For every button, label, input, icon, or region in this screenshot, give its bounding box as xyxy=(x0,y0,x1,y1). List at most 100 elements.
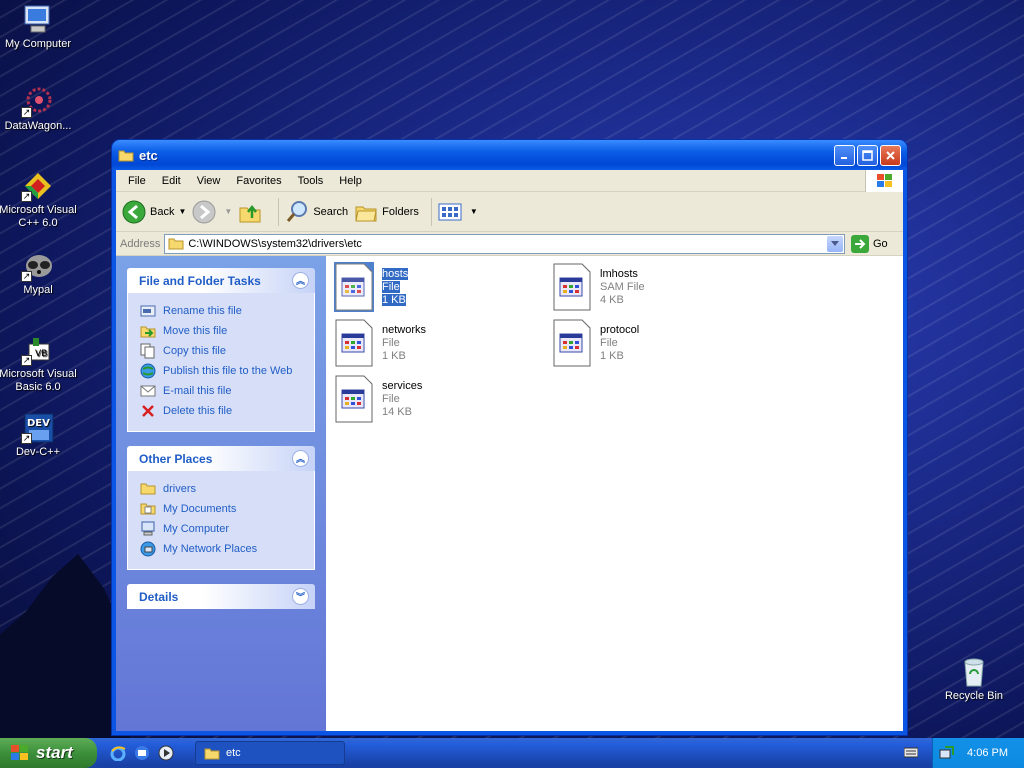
collapse-icon[interactable]: ︽ xyxy=(292,450,309,467)
file-name: networks xyxy=(382,324,427,336)
publish-file-link[interactable]: Publish this file to the Web xyxy=(140,361,304,381)
file-item-services[interactable]: services File 14 KB xyxy=(334,374,544,426)
delete-file-link[interactable]: Delete this file xyxy=(140,401,304,421)
ie-icon[interactable] xyxy=(109,744,127,762)
place-my-documents-link[interactable]: My Documents xyxy=(140,499,304,519)
publish-file-label: Publish this file to the Web xyxy=(163,365,293,377)
file-folder-tasks-header[interactable]: File and Folder Tasks ︽ xyxy=(127,268,315,293)
window-client-area: File Edit View Favorites Tools Help Back… xyxy=(116,170,903,731)
file-item-hosts[interactable]: hosts File 1 KB xyxy=(334,262,544,314)
address-dropdown-button[interactable] xyxy=(827,235,843,252)
my-documents-icon xyxy=(140,501,156,517)
folders-button[interactable]: Folders xyxy=(354,200,419,224)
window-title: etc xyxy=(139,147,158,163)
views-dropdown-icon[interactable]: ▼ xyxy=(470,207,478,216)
go-label: Go xyxy=(873,237,888,250)
close-button[interactable] xyxy=(880,144,901,166)
expand-icon[interactable]: ︾ xyxy=(292,588,309,605)
file-type: File xyxy=(382,281,400,293)
search-button[interactable]: Search xyxy=(285,200,348,224)
address-value: C:\WINDOWS\system32\drivers\etc xyxy=(188,237,362,250)
back-arrow-icon xyxy=(122,200,146,223)
back-button[interactable]: Back ▼ xyxy=(122,200,186,224)
desktop-icon-label: DataWagon... xyxy=(4,120,72,132)
search-label: Search xyxy=(313,205,349,218)
media-player-icon[interactable] xyxy=(157,744,175,762)
start-button[interactable]: start xyxy=(0,738,97,768)
desktop-icon-visual-basic[interactable]: VB ↗ Microsoft Visual Basic 6.0 xyxy=(0,334,80,394)
desktop-icon-label: Recycle Bin xyxy=(944,690,1004,702)
folders-icon xyxy=(355,206,377,221)
copy-file-link[interactable]: Copy this file xyxy=(140,341,304,361)
place-my-network-link[interactable]: My Network Places xyxy=(140,539,304,559)
back-dropdown-icon[interactable]: ▼ xyxy=(178,207,186,216)
minimize-button[interactable] xyxy=(834,144,855,166)
email-icon xyxy=(140,383,156,399)
desktop-icon-visual-cpp[interactable]: ↗ Microsoft Visual C++ 6.0 xyxy=(0,170,80,230)
menu-file[interactable]: File xyxy=(120,173,154,189)
shortcut-arrow-icon: ↗ xyxy=(21,191,32,202)
desktop-icon-datawagon[interactable]: ↗ DataWagon... xyxy=(0,86,80,133)
close-icon xyxy=(886,150,895,160)
file-size: 1 KB xyxy=(382,294,406,306)
other-places-panel: Other Places ︽ drivers My Documents My C… xyxy=(127,446,315,570)
keyboard-icon[interactable] xyxy=(904,746,918,758)
menu-help[interactable]: Help xyxy=(331,173,370,189)
email-file-link[interactable]: E-mail this file xyxy=(140,381,304,401)
menu-view[interactable]: View xyxy=(189,173,229,189)
rename-file-link[interactable]: Rename this file xyxy=(140,301,304,321)
desktop-icon-recycle-bin[interactable]: Recycle Bin xyxy=(932,656,1016,703)
details-header[interactable]: Details ︾ xyxy=(127,584,315,609)
go-button[interactable]: Go xyxy=(851,234,899,253)
delete-file-label: Delete this file xyxy=(163,405,233,417)
file-type: SAM File xyxy=(600,281,645,293)
my-computer-icon xyxy=(21,4,55,36)
menu-favorites[interactable]: Favorites xyxy=(228,173,289,189)
place-my-computer-link[interactable]: My Computer xyxy=(140,519,304,539)
move-file-link[interactable]: Move this file xyxy=(140,321,304,341)
up-folder-button[interactable] xyxy=(238,200,266,224)
menu-tools[interactable]: Tools xyxy=(290,173,332,189)
dev-cpp-icon: DEV ↗ xyxy=(21,412,55,444)
desktop-icon-label: Microsoft Visual Basic 6.0 xyxy=(0,368,77,393)
menu-edit[interactable]: Edit xyxy=(154,173,189,189)
desktop-icon-label: Dev-C++ xyxy=(15,446,61,458)
explorer-window: etc File Edit View Favorites Tools Help … xyxy=(112,140,907,735)
taskbar-item-etc[interactable]: etc xyxy=(195,741,345,765)
outlook-express-icon[interactable] xyxy=(133,744,151,762)
clock[interactable]: 4:06 PM xyxy=(967,747,1008,759)
file-size: 1 KB xyxy=(382,350,406,362)
file-type: File xyxy=(600,337,618,349)
shortcut-arrow-icon: ↗ xyxy=(21,107,32,118)
forward-arrow-icon xyxy=(192,200,216,223)
folder-icon xyxy=(118,150,134,161)
task-pane: File and Folder Tasks ︽ Rename this file… xyxy=(116,256,326,731)
maximize-button[interactable] xyxy=(857,144,878,166)
file-size: 1 KB xyxy=(600,350,624,362)
desktop-icon-mypal[interactable]: ↗ Mypal xyxy=(0,250,80,297)
window-titlebar[interactable]: etc xyxy=(112,140,907,170)
file-size: 4 KB xyxy=(600,294,624,306)
forward-dropdown-icon[interactable]: ▼ xyxy=(224,207,232,216)
standard-toolbar: Back ▼ ▼ Search Folders ▼ xyxy=(116,192,903,232)
desktop-icon-dev-cpp[interactable]: DEV ↗ Dev-C++ xyxy=(0,412,80,459)
forward-button[interactable]: ▼ xyxy=(192,200,232,224)
maximize-icon xyxy=(862,149,873,161)
file-item-lmhosts[interactable]: lmhosts SAM File 4 KB xyxy=(552,262,762,314)
delete-icon xyxy=(140,403,156,419)
collapse-icon[interactable]: ︽ xyxy=(292,272,309,289)
file-item-networks[interactable]: networks File 1 KB xyxy=(334,318,544,370)
file-item-protocol[interactable]: protocol File 1 KB xyxy=(552,318,762,370)
desktop-icon-my-computer[interactable]: My Computer xyxy=(0,4,80,51)
file-icon xyxy=(552,262,592,312)
views-button[interactable]: ▼ xyxy=(438,202,478,222)
place-drivers-link[interactable]: drivers xyxy=(140,479,304,499)
place-my-network-label: My Network Places xyxy=(163,543,258,555)
system-tray: 4:06 PM xyxy=(932,738,1024,768)
shortcut-arrow-icon: ↗ xyxy=(21,271,32,282)
copy-icon xyxy=(140,343,156,359)
network-status-icon[interactable] xyxy=(939,745,955,761)
address-input[interactable]: C:\WINDOWS\system32\drivers\etc xyxy=(164,233,845,254)
other-places-header[interactable]: Other Places ︽ xyxy=(127,446,315,471)
file-icon xyxy=(334,318,374,368)
